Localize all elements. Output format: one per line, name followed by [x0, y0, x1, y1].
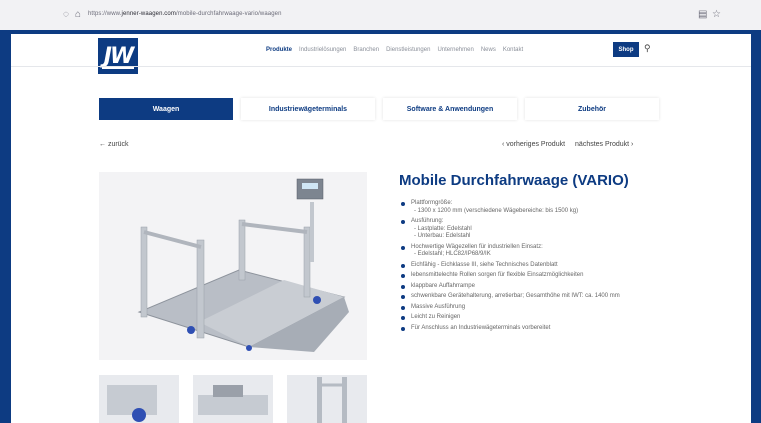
thumbnail-strip: [99, 375, 367, 423]
nav-produkte[interactable]: Produkte: [266, 47, 292, 53]
spec-item: lebensmittelechte Rollen sorgen für flex…: [401, 272, 701, 280]
scale-illustration: [137, 178, 349, 352]
url-domain: jenner-waagen.com: [121, 11, 176, 17]
product-pager: ‹ vorheriges Produkt nächstes Produkt ›: [502, 141, 633, 148]
spec-item: Plattformgröße: - 1300 x 1200 mm (verschi…: [401, 200, 701, 215]
url-path: /mobile-durchfahrwaage-vario/waagen: [175, 11, 282, 17]
tab-waagen[interactable]: Waagen: [99, 98, 233, 120]
nav-news[interactable]: News: [481, 47, 496, 53]
url-prefix: https://www.: [88, 11, 122, 17]
shield-icon[interactable]: ◌: [63, 9, 69, 20]
star-icon[interactable]: ☆: [712, 9, 721, 20]
nav-industrieloesungen[interactable]: Industrielösungen: [299, 47, 346, 53]
lock-icon[interactable]: ⌂: [75, 9, 81, 20]
reader-icon[interactable]: ▤: [698, 9, 707, 20]
thumbnail-2[interactable]: [193, 375, 273, 423]
tab-zubehoer[interactable]: Zubehör: [525, 98, 659, 120]
browser-toolbar: ◌ ⌂ https://www.jenner-waagen.com/mobile…: [0, 0, 761, 30]
tab-software[interactable]: Software & Anwendungen: [383, 98, 517, 120]
previous-product-link[interactable]: ‹ vorheriges Produkt: [502, 141, 565, 148]
product-title: Mobile Durchfahrwaage (VARIO): [399, 172, 629, 189]
category-tabs: Waagen Industriewägeterminals Software &…: [99, 98, 659, 120]
main-nav: Produkte Industrielösungen Branchen Dien…: [266, 47, 523, 53]
spec-item: klappbare Auffahrrampe: [401, 283, 701, 291]
thumbnail-1[interactable]: [99, 375, 179, 423]
spec-item: Ausführung: - Lastplatte: Edelstahl - Unte…: [401, 218, 701, 241]
nav-kontakt[interactable]: Kontakt: [503, 47, 523, 53]
spec-item: Hochwertige Wägezellen für industriellen…: [401, 244, 701, 259]
nav-dienstleistungen[interactable]: Dienstleistungen: [386, 47, 430, 53]
header-divider: [11, 66, 751, 67]
back-link[interactable]: ← zurück: [99, 141, 129, 148]
spec-item: Eichfähig - Eichklasse III, siehe Techni…: [401, 262, 701, 270]
shop-button[interactable]: Shop: [613, 42, 639, 57]
nav-unternehmen[interactable]: Unternehmen: [437, 47, 473, 53]
spec-item: schwenkbare Gerätehalterung, arretierbar…: [401, 293, 701, 301]
search-icon[interactable]: ⚲: [644, 43, 651, 54]
product-spec-list: Plattformgröße: - 1300 x 1200 mm (verschi…: [389, 200, 701, 335]
product-image[interactable]: [99, 172, 367, 360]
next-product-link[interactable]: nächstes Produkt ›: [575, 141, 633, 148]
spec-item: Leicht zu Reinigen: [401, 314, 701, 322]
web-page: JW Produkte Industrielösungen Branchen D…: [11, 30, 751, 423]
thumbnail-3[interactable]: [287, 375, 367, 423]
nav-branchen[interactable]: Branchen: [353, 47, 379, 53]
spec-item: Massive Ausführung: [401, 304, 701, 312]
spec-item: Für Anschluss an Industriewägeterminals …: [401, 325, 701, 333]
site-logo[interactable]: JW: [98, 38, 138, 74]
address-bar[interactable]: https://www.jenner-waagen.com/mobile-dur…: [88, 11, 282, 17]
header-accent-line: [11, 30, 751, 34]
tab-industriewaegeterminals[interactable]: Industriewägeterminals: [241, 98, 375, 120]
